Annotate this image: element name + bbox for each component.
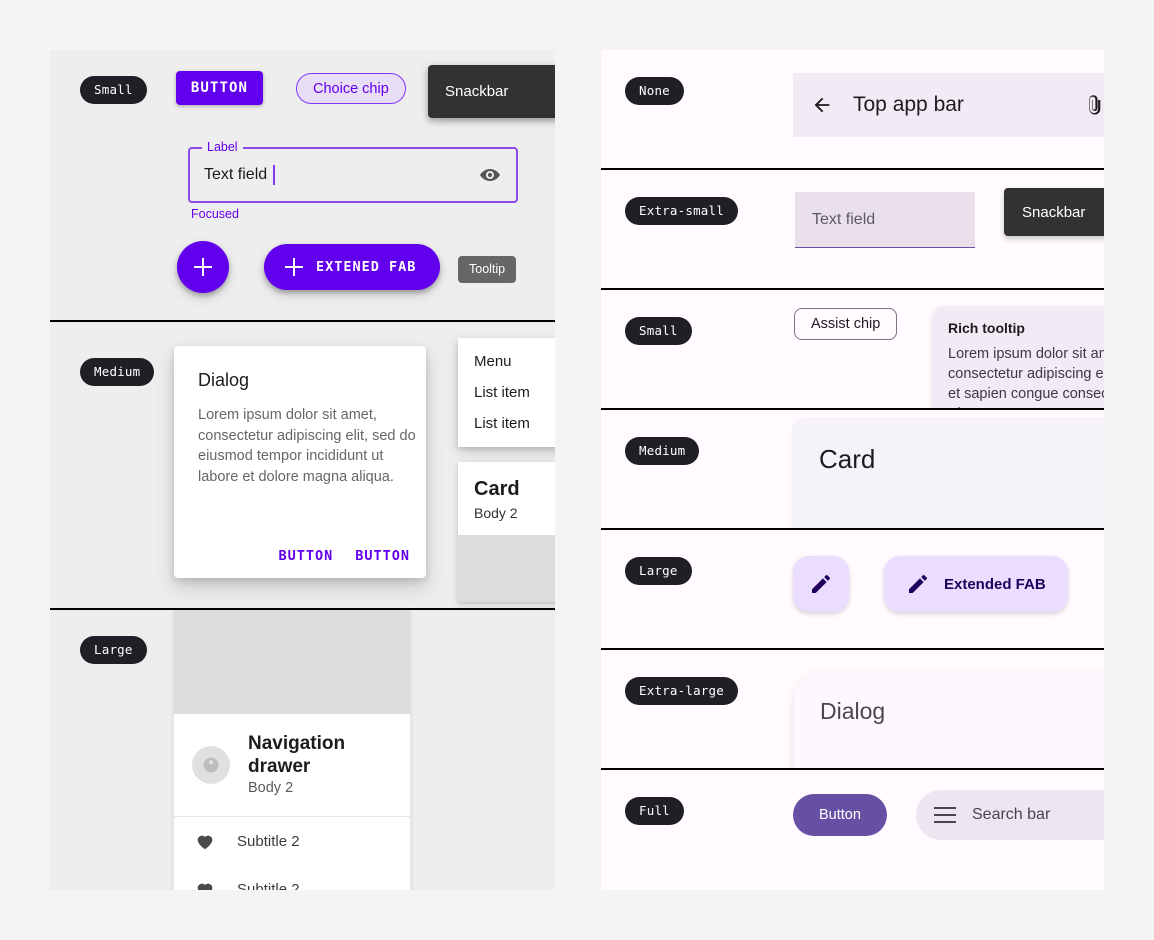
left-row-medium: Medium Dialog Lorem ipsum dolor sit amet…: [50, 322, 555, 610]
right-row-extra-large: Extra-large Dialog: [601, 650, 1104, 770]
menu: Menu List item List item: [458, 338, 555, 447]
eye-icon[interactable]: [478, 163, 502, 187]
right-row-small: Small Assist chip Rich tooltip Lorem ips…: [601, 290, 1104, 410]
card-media: [458, 535, 555, 602]
size-badge-medium: Medium: [625, 437, 700, 465]
extended-fab-label: EXTENED FAB: [316, 259, 417, 275]
left-panel-material2: Small BUTTON Choice chip Snackbar Label …: [50, 50, 555, 890]
extended-fab[interactable]: EXTENED FAB: [264, 244, 441, 290]
right-row-large: Large Extended FAB: [601, 530, 1104, 650]
right-row-medium: Medium Card: [601, 410, 1104, 530]
card: Card Body 2: [458, 462, 555, 602]
size-badge-small: Small: [625, 317, 692, 345]
size-badge-full: Full: [625, 797, 684, 825]
tooltip: Tooltip: [458, 256, 517, 283]
drawer-subtitle: Body 2: [248, 780, 294, 796]
plus-icon: [193, 257, 213, 277]
choice-chip[interactable]: Choice chip: [296, 73, 406, 104]
size-badge-large: Large: [625, 557, 692, 585]
heart-icon: [197, 883, 213, 890]
drawer-title: Navigation drawer: [248, 733, 346, 777]
pencil-icon: [812, 575, 830, 593]
drawer-hero-image: [174, 610, 410, 714]
dialog-title: Dialog: [198, 370, 250, 390]
right-row-extra-small: Extra-small Text field Snackbar: [601, 170, 1104, 290]
drawer-list-item[interactable]: Subtitle 2: [174, 817, 410, 865]
filled-button[interactable]: Button: [793, 794, 887, 836]
menu-item-2[interactable]: List item: [458, 408, 555, 439]
filled-button[interactable]: BUTTON: [176, 71, 263, 105]
rich-tooltip-title: Rich tooltip: [948, 320, 1025, 336]
left-row-large: Large Navigation drawer Body 2 Subtitle …: [50, 610, 555, 890]
menu-item-1[interactable]: List item: [458, 377, 555, 408]
snackbar: Snackbar: [1004, 188, 1104, 236]
size-badge-none: None: [625, 77, 684, 105]
arrow-back-icon[interactable]: [811, 94, 833, 116]
assist-chip[interactable]: Assist chip: [794, 308, 898, 340]
menu-item-0[interactable]: Menu: [458, 346, 555, 377]
dialog: Dialog: [794, 672, 1104, 770]
size-badge-medium: Medium: [80, 358, 155, 386]
dialog-actions: BUTTON BUTTON: [278, 548, 410, 564]
navigation-drawer: Navigation drawer Body 2 Subtitle 2 Subt…: [174, 610, 410, 890]
snackbar: Snackbar: [428, 65, 555, 118]
text-field-placeholder: Text field: [812, 210, 876, 228]
text-field-value: Text field: [204, 166, 268, 183]
size-badge-extra-small: Extra-small: [625, 197, 738, 225]
text-field-focused[interactable]: Label Text field: [188, 140, 518, 203]
rich-tooltip: Rich tooltip Lorem ipsum dolor sit amet,…: [932, 306, 1104, 410]
drawer-header[interactable]: Navigation drawer Body 2: [174, 714, 410, 817]
drawer-list-item[interactable]: Subtitle 2: [174, 865, 410, 890]
avatar: [192, 746, 230, 784]
dialog-body: Lorem ipsum dolor sit amet, consectetur …: [198, 407, 416, 485]
plus-icon: [284, 257, 304, 277]
card-subtitle: Body 2: [474, 505, 518, 521]
rich-tooltip-body: Lorem ipsum dolor sit amet, consectetur …: [948, 346, 1104, 410]
extended-fab[interactable]: Extended FAB: [884, 556, 1068, 612]
pencil-icon: [909, 575, 927, 593]
extended-fab-label: Extended FAB: [944, 575, 1046, 593]
card: Card: [793, 418, 1104, 530]
hamburger-icon[interactable]: [934, 807, 956, 823]
size-badge-extra-large: Extra-large: [625, 677, 738, 705]
drawer-item-label: Subtitle 2: [237, 832, 300, 850]
dialog: Dialog Lorem ipsum dolor sit amet, conse…: [174, 346, 426, 578]
size-badge-small: Small: [80, 76, 147, 104]
dialog-title: Dialog: [820, 698, 886, 724]
card-title: Card: [819, 444, 876, 474]
size-badge-large: Large: [80, 636, 147, 664]
heart-icon: [197, 835, 213, 850]
right-row-full: Full Button Search bar: [601, 770, 1104, 890]
attachment-icon[interactable]: [1083, 94, 1104, 116]
drawer-item-label: Subtitle 2: [237, 880, 300, 891]
fab[interactable]: [177, 241, 229, 293]
text-field-label: Label: [202, 140, 243, 154]
top-app-bar: Top app bar: [793, 73, 1104, 137]
text-cursor: [273, 165, 275, 185]
right-panel-material3: None Top app bar Extra-small Text field: [601, 50, 1104, 890]
snackbar-label: Snackbar: [1022, 203, 1086, 221]
snackbar-label: Snackbar: [445, 83, 509, 100]
dialog-button-left[interactable]: BUTTON: [278, 548, 333, 564]
card-title: Card: [474, 478, 520, 500]
search-bar-placeholder: Search bar: [972, 806, 1051, 823]
dialog-button-right[interactable]: BUTTON: [355, 548, 410, 564]
text-field-helper: Focused: [191, 207, 239, 221]
filled-text-field[interactable]: Text field: [795, 192, 975, 248]
top-app-bar-title: Top app bar: [853, 93, 964, 116]
fab[interactable]: [793, 556, 849, 612]
right-row-none: None Top app bar: [601, 50, 1104, 170]
search-bar[interactable]: Search bar: [916, 790, 1104, 840]
left-row-small: Small BUTTON Choice chip Snackbar Label …: [50, 50, 555, 322]
